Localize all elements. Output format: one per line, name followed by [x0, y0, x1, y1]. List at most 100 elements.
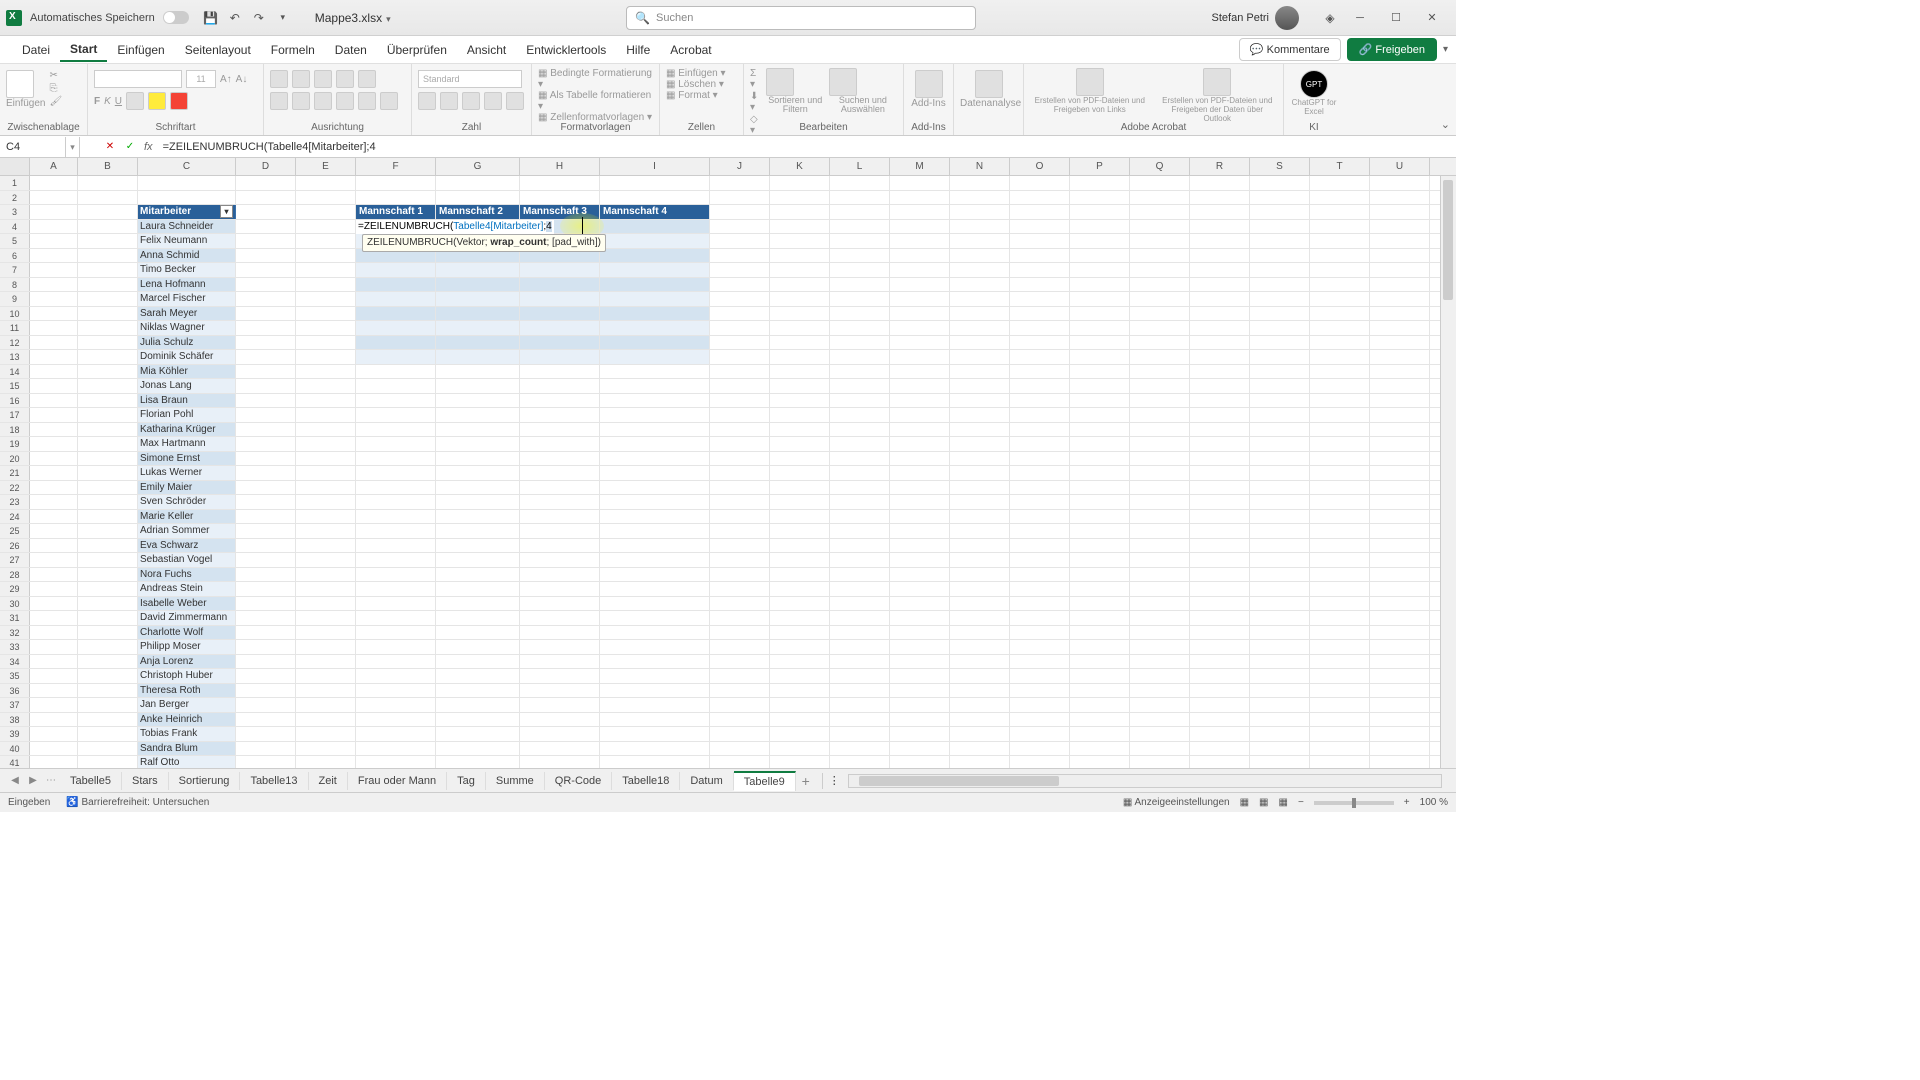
cell[interactable] [1130, 510, 1190, 524]
cell[interactable] [1250, 220, 1310, 234]
align-middle-icon[interactable] [292, 70, 310, 88]
cell[interactable] [1190, 278, 1250, 292]
cell[interactable] [1010, 539, 1070, 553]
cell[interactable] [236, 684, 296, 698]
cell[interactable] [30, 263, 78, 277]
cell[interactable] [600, 756, 710, 768]
cell[interactable] [830, 727, 890, 741]
cell[interactable] [1010, 742, 1070, 756]
cell[interactable] [770, 524, 830, 538]
cell[interactable] [30, 452, 78, 466]
row-header[interactable]: 16 [0, 394, 30, 408]
cell[interactable] [890, 597, 950, 611]
cell[interactable] [890, 408, 950, 422]
cell[interactable] [436, 350, 520, 364]
cell[interactable] [600, 655, 710, 669]
cell[interactable] [1370, 394, 1430, 408]
cell[interactable] [890, 220, 950, 234]
cell[interactable] [436, 524, 520, 538]
row-header[interactable]: 6 [0, 249, 30, 263]
cell[interactable] [1190, 524, 1250, 538]
cell[interactable] [1250, 481, 1310, 495]
cell[interactable]: Mia Köhler [138, 365, 236, 379]
menu-start[interactable]: Start [60, 38, 107, 62]
cell[interactable] [1190, 756, 1250, 768]
cell[interactable] [296, 568, 356, 582]
cell[interactable] [950, 684, 1010, 698]
cell[interactable] [138, 176, 236, 190]
cell[interactable] [296, 307, 356, 321]
cell[interactable] [1190, 191, 1250, 205]
cell[interactable] [770, 655, 830, 669]
cell[interactable] [600, 626, 710, 640]
cell[interactable] [1370, 176, 1430, 190]
cell[interactable] [950, 742, 1010, 756]
row-header[interactable]: 25 [0, 524, 30, 538]
cell[interactable] [236, 568, 296, 582]
cell[interactable] [78, 336, 138, 350]
cell[interactable] [1070, 452, 1130, 466]
cell[interactable] [600, 321, 710, 335]
cell[interactable] [1130, 278, 1190, 292]
cell[interactable] [1190, 597, 1250, 611]
cell[interactable] [1190, 249, 1250, 263]
cell[interactable] [1250, 742, 1310, 756]
cell[interactable] [950, 249, 1010, 263]
col-header[interactable]: U [1370, 158, 1430, 175]
cell[interactable] [1190, 307, 1250, 321]
cell[interactable] [1310, 278, 1370, 292]
cell[interactable] [1250, 379, 1310, 393]
cell[interactable] [1130, 684, 1190, 698]
cell[interactable] [1010, 553, 1070, 567]
filter-icon[interactable]: ▾ [220, 205, 233, 218]
cell[interactable]: Max Hartmann [138, 437, 236, 451]
cell[interactable] [436, 713, 520, 727]
align-bottom-icon[interactable] [314, 70, 332, 88]
cell[interactable] [1190, 321, 1250, 335]
cell[interactable] [520, 379, 600, 393]
cell[interactable] [296, 510, 356, 524]
font-color-icon[interactable] [170, 92, 188, 110]
cell[interactable] [30, 611, 78, 625]
cell[interactable]: Jonas Lang [138, 379, 236, 393]
cell[interactable] [236, 379, 296, 393]
cell[interactable] [1010, 626, 1070, 640]
pdf-outlook-icon[interactable] [1203, 68, 1231, 96]
cell[interactable] [890, 263, 950, 277]
cell[interactable] [770, 452, 830, 466]
col-header[interactable]: E [296, 158, 356, 175]
row-header[interactable]: 27 [0, 553, 30, 567]
cell[interactable] [236, 553, 296, 567]
cell[interactable] [710, 626, 770, 640]
cell[interactable] [770, 611, 830, 625]
cell[interactable] [1370, 365, 1430, 379]
cell[interactable] [1130, 626, 1190, 640]
cell[interactable] [1310, 394, 1370, 408]
cell[interactable] [520, 365, 600, 379]
cell[interactable] [710, 394, 770, 408]
cell[interactable] [710, 379, 770, 393]
cell[interactable] [890, 292, 950, 306]
cell[interactable] [1370, 742, 1430, 756]
cell[interactable] [296, 336, 356, 350]
cell[interactable] [520, 321, 600, 335]
qat-dropdown-icon[interactable]: ▾ [272, 7, 294, 29]
tab-prev-icon[interactable]: ◀ [6, 775, 24, 786]
cell[interactable] [950, 727, 1010, 741]
cell[interactable] [30, 379, 78, 393]
cell[interactable] [890, 684, 950, 698]
row-header[interactable]: 35 [0, 669, 30, 683]
cell[interactable] [890, 350, 950, 364]
cell[interactable] [770, 365, 830, 379]
cell[interactable] [30, 626, 78, 640]
merge-icon[interactable] [380, 92, 398, 110]
cell[interactable] [600, 350, 710, 364]
cell[interactable] [830, 365, 890, 379]
cell[interactable] [1250, 394, 1310, 408]
cell[interactable] [356, 466, 436, 480]
cell[interactable] [1370, 756, 1430, 768]
col-header[interactable]: K [770, 158, 830, 175]
cell[interactable] [520, 408, 600, 422]
cell[interactable] [236, 611, 296, 625]
cell[interactable] [1370, 307, 1430, 321]
